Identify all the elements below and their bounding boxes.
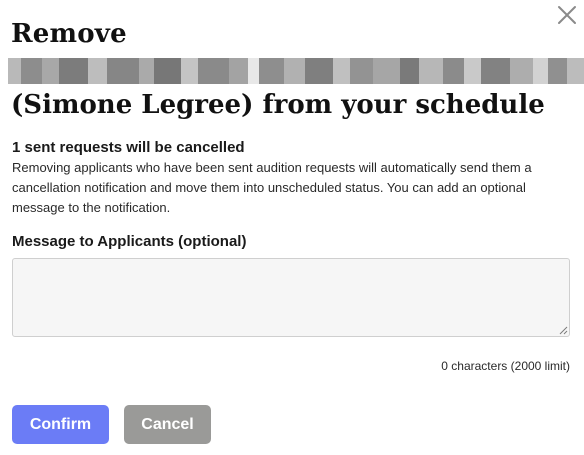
removal-description: Removing applicants who have been sent a… <box>12 160 532 215</box>
remove-applicant-dialog: Remove (Simone Legree) from your schedul… <box>0 0 584 455</box>
cancel-button[interactable]: Cancel <box>124 405 211 444</box>
resize-grip-icon[interactable] <box>558 325 568 335</box>
confirm-button[interactable]: Confirm <box>12 405 109 444</box>
cancelled-requests-heading: 1 sent requests will be cancelled <box>12 139 245 156</box>
message-field-label: Message to Applicants (optional) <box>12 233 247 250</box>
dialog-title-suffix: (Simone Legree) from your schedule <box>11 90 545 120</box>
dialog-title-prefix: Remove <box>11 19 127 49</box>
redacted-applicant-name <box>8 58 584 84</box>
message-textarea[interactable] <box>12 258 570 337</box>
character-count: 0 characters (2000 limit) <box>441 359 570 373</box>
close-icon[interactable] <box>554 2 580 28</box>
